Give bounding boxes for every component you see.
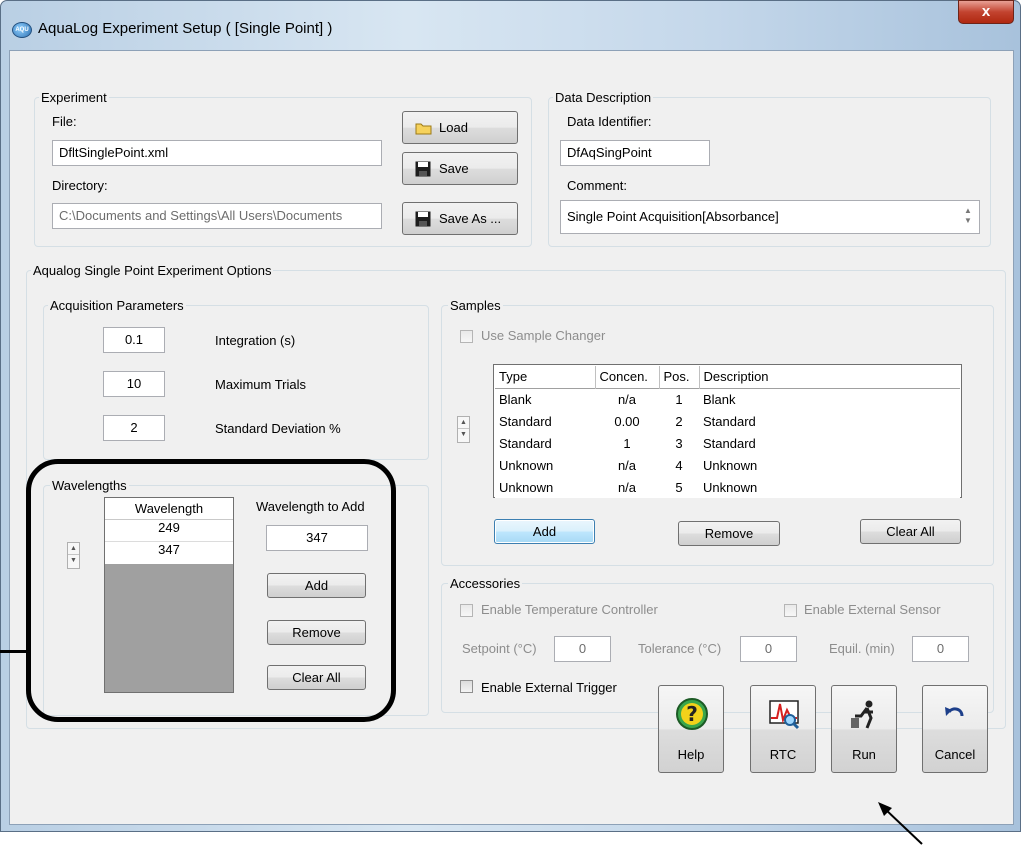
column-header-type[interactable]: Type — [495, 366, 596, 388]
save-as-button[interactable]: Save As ... — [402, 202, 518, 235]
load-button[interactable]: Load — [402, 111, 518, 144]
runner-icon — [851, 700, 873, 729]
table-row[interactable]: Standard 1 3 Standard — [495, 432, 960, 454]
integration-label: Integration (s) — [215, 333, 296, 348]
directory-label: Directory: — [52, 178, 108, 193]
run-button-label: Run — [852, 747, 876, 762]
cell-description: Unknown — [703, 479, 758, 495]
cell-description: Blank — [703, 391, 736, 407]
max-trials-label: Maximum Trials — [215, 377, 307, 392]
svg-text:?: ? — [686, 702, 698, 726]
save-as-button-label: Save As ... — [439, 211, 502, 226]
move-up-arrow-icon[interactable]: ▲ — [458, 417, 469, 429]
callout-leader-line — [0, 650, 28, 653]
move-down-arrow-icon[interactable]: ▼ — [458, 429, 469, 441]
file-input[interactable]: DfltSinglePoint.xml — [52, 140, 382, 166]
cell-description: Standard — [703, 435, 756, 451]
setpoint-label: Setpoint (°C) — [462, 641, 537, 656]
external-trigger-label: Enable External Trigger — [481, 680, 617, 695]
sample-add-button[interactable]: Add — [494, 519, 595, 544]
external-sensor-checkbox[interactable] — [784, 604, 797, 617]
std-dev-input[interactable]: 2 — [103, 415, 165, 441]
cell-concentration: n/a — [617, 479, 637, 495]
rtc-chart-icon — [769, 700, 800, 730]
use-sample-changer-checkbox[interactable] — [460, 330, 473, 343]
data-identifier-label: Data Identifier: — [567, 114, 652, 129]
wavelengths-highlight-callout — [26, 459, 396, 722]
help-button-label: Help — [677, 747, 705, 762]
cell-type: Unknown — [499, 457, 554, 473]
table-row[interactable]: Unknown n/a 4 Unknown — [495, 454, 960, 476]
external-sensor-label: Enable External Sensor — [804, 602, 941, 617]
cell-concentration: 0.00 — [614, 413, 640, 429]
equilibration-input[interactable]: 0 — [912, 636, 969, 662]
cell-position: 3 — [675, 435, 683, 451]
cancel-button[interactable]: Cancel — [922, 685, 988, 773]
cell-concentration: 1 — [623, 435, 631, 451]
use-sample-changer-label: Use Sample Changer — [481, 328, 606, 343]
app-icon: AQU — [12, 22, 32, 38]
setpoint-input[interactable]: 0 — [554, 636, 611, 662]
run-button[interactable]: Run — [831, 685, 897, 773]
acquisition-parameters-legend: Acquisition Parameters — [50, 298, 184, 313]
cell-concentration: n/a — [617, 457, 637, 473]
tolerance-label: Tolerance (°C) — [638, 641, 722, 656]
file-label: File: — [52, 114, 77, 129]
column-header-description[interactable]: Description — [699, 366, 960, 388]
cell-position: 4 — [675, 457, 683, 473]
table-row[interactable]: Blank n/a 1 Blank — [495, 388, 960, 410]
std-dev-label: Standard Deviation % — [215, 421, 341, 436]
sample-clear-all-button[interactable]: Clear All — [860, 519, 961, 544]
comment-label: Comment: — [567, 178, 627, 193]
help-button[interactable]: ? Help — [658, 685, 724, 773]
data-identifier-input[interactable]: DfAqSingPoint — [560, 140, 710, 166]
cancel-button-label: Cancel — [934, 747, 976, 762]
cell-type: Standard — [499, 413, 552, 429]
samples-legend: Samples — [450, 298, 501, 313]
directory-input[interactable]: C:\Documents and Settings\All Users\Docu… — [52, 203, 382, 229]
external-trigger-checkbox[interactable] — [460, 680, 473, 693]
window-title: AquaLog Experiment Setup ( [Single Point… — [38, 20, 333, 37]
cell-type: Blank — [499, 391, 532, 407]
samples-table: Type Concen. Pos. Description Blank n/a … — [495, 366, 960, 498]
cell-concentration: n/a — [617, 391, 637, 407]
experiment-legend: Experiment — [41, 90, 107, 105]
cell-position: 5 — [675, 479, 683, 495]
column-header-position[interactable]: Pos. — [659, 366, 700, 388]
sample-remove-button[interactable]: Remove — [678, 521, 780, 546]
accessories-legend: Accessories — [450, 576, 521, 591]
folder-icon — [415, 123, 432, 135]
rtc-button[interactable]: RTC — [750, 685, 816, 773]
table-row[interactable]: Standard 0.00 2 Standard — [495, 410, 960, 432]
cell-position: 2 — [675, 413, 683, 429]
floppy-disk-icon — [415, 211, 431, 227]
integration-input[interactable]: 0.1 — [103, 327, 165, 353]
close-button[interactable]: x — [958, 0, 1014, 24]
column-header-concentration[interactable]: Concen. — [595, 366, 660, 388]
save-button-label: Save — [439, 161, 469, 176]
floppy-disk-icon — [415, 161, 431, 177]
temperature-controller-label: Enable Temperature Controller — [481, 602, 658, 617]
run-pointer-arrow — [878, 802, 923, 845]
sample-order-spinner[interactable]: ▲ ▼ — [457, 416, 470, 443]
comment-input[interactable]: Single Point Acquisition[Absorbance] — [560, 200, 980, 234]
help-icon: ? — [676, 698, 708, 730]
data-description-legend: Data Description — [555, 90, 652, 105]
load-button-label: Load — [439, 120, 468, 135]
tolerance-input[interactable]: 0 — [740, 636, 797, 662]
save-button[interactable]: Save — [402, 152, 518, 185]
temperature-controller-checkbox[interactable] — [460, 604, 473, 617]
rtc-button-label: RTC — [769, 747, 797, 762]
equilibration-label: Equil. (min) — [829, 641, 895, 656]
table-row[interactable]: Unknown n/a 5 Unknown — [495, 476, 960, 498]
cell-type: Unknown — [499, 479, 554, 495]
experiment-options-legend: Aqualog Single Point Experiment Options — [33, 263, 272, 278]
cell-type: Standard — [499, 435, 552, 451]
undo-arrow-icon — [945, 707, 964, 717]
comment-scroll-arrows[interactable]: ▲ ▼ — [962, 206, 974, 228]
cell-position: 1 — [675, 391, 683, 407]
max-trials-input[interactable]: 10 — [103, 371, 165, 397]
cell-description: Unknown — [703, 457, 758, 473]
cell-description: Standard — [703, 413, 756, 429]
